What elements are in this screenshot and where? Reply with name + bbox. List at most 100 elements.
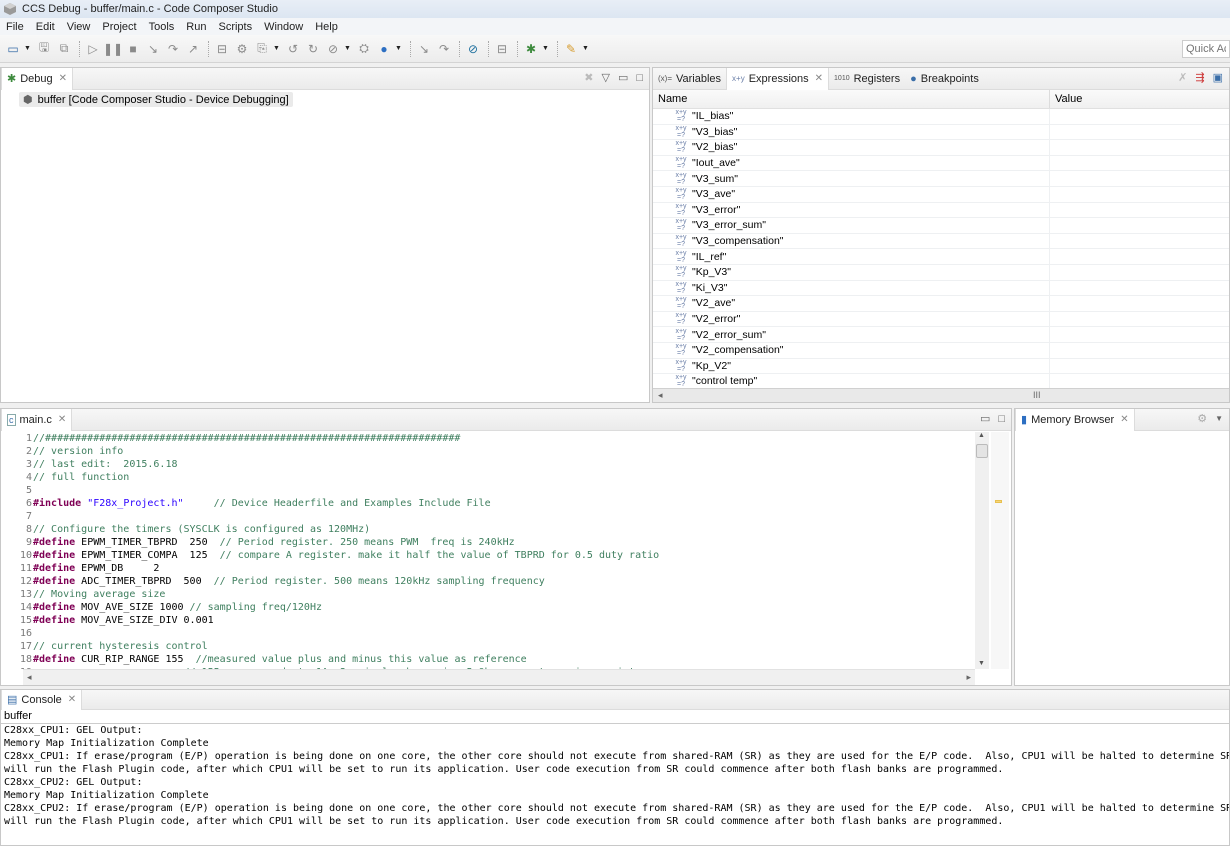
tab-breakpoints[interactable]: ● Breakpoints [905,68,984,90]
menu-view[interactable]: View [61,21,97,33]
new-target-icon[interactable]: ● [375,40,393,58]
target-dropdown-icon[interactable]: ▼ [395,45,403,52]
close-icon[interactable]: ✕ [1120,414,1128,425]
step-return-icon[interactable]: ↗ [184,40,202,58]
scroll-right-icon[interactable]: ▸ [966,672,971,683]
tab-registers[interactable]: 1010 Registers [829,68,905,90]
code-line[interactable]: 4// full function [11,471,981,484]
expression-row[interactable]: x+y =? "Kp_V3" [653,264,1229,281]
close-icon[interactable]: ✕ [68,694,76,705]
expression-name-cell[interactable]: x+y =? "V3_sum" [653,171,1050,186]
step-into-icon[interactable]: ↘ [144,40,162,58]
collapse-all-icon[interactable]: ⇶ [1195,71,1204,84]
code-line[interactable]: 18 #define CUR_RIP_RANGE 155 //measured v… [11,653,981,666]
expression-name-cell[interactable]: x+y =? "Iout_ave" [653,155,1050,171]
expression-row[interactable]: x+y =? "Kp_V2" [653,358,1229,375]
scroll-down-icon[interactable]: ▼ [978,660,985,667]
column-value[interactable]: Value [1050,90,1087,108]
menu-help[interactable]: Help [309,21,344,33]
expression-name-cell[interactable]: x+y =? "V2_compensation" [653,342,1050,358]
scroll-up-icon[interactable]: ▲ [978,432,985,439]
load-program-icon[interactable]: ⎘ [253,40,271,58]
expression-row[interactable]: x+y =? "V2_bias" [653,140,1229,156]
minimize-view-icon[interactable]: ▣ [1213,71,1223,84]
remove-expression-icon[interactable]: ✗ [1178,71,1187,84]
resume-icon[interactable]: ▷ [84,40,102,58]
maximize-icon[interactable]: □ [998,413,1005,425]
settings-gear-icon[interactable]: ⚙ [1197,412,1207,425]
code-area[interactable]: 1//#####################################… [11,432,981,669]
new-dropdown-icon[interactable]: ▼ [24,45,32,52]
expression-row[interactable]: x+y =? "Iout_ave" [653,155,1229,172]
code-line[interactable]: 9 #define EPWM_TIMER_TBPRD 250 // Period … [11,536,981,549]
view-menu-icon[interactable]: ▽ [601,71,609,84]
menu-run[interactable]: Run [180,21,212,33]
load-dropdown-icon[interactable]: ▼ [273,45,281,52]
close-icon[interactable]: ✕ [815,73,823,84]
menu-scripts[interactable]: Scripts [212,21,258,33]
expression-row[interactable]: x+y =? "V3_bias" [653,124,1229,141]
debug-icon[interactable]: ✱ [522,40,540,58]
connect-target-icon[interactable]: ⊟ [213,40,231,58]
expression-name-cell[interactable]: x+y =? "Kp_V3" [653,264,1050,280]
expression-row[interactable]: x+y =? "V3_sum" [653,171,1229,187]
close-icon[interactable]: ✕ [58,414,66,425]
code-line[interactable]: 14 #define MOV_AVE_SIZE 1000 // sampling … [11,601,981,614]
expression-name-cell[interactable]: x+y =? "V2_error" [653,311,1050,327]
expression-name-cell[interactable]: x+y =? "V3_compensation" [653,233,1050,249]
tab-console[interactable]: ▤ Console ✕ [1,689,83,710]
run-tool-icon[interactable]: ⛭ [355,40,373,58]
maximize-icon[interactable]: □ [636,72,643,84]
code-line[interactable]: 1//#####################################… [11,432,981,445]
code-line[interactable]: 11 #define EPWM_DB 2 [11,562,981,575]
expression-name-cell[interactable]: x+y =? "IL_bias" [653,109,1050,124]
tab-variables[interactable]: (x)= Variables [653,68,726,90]
tab-debug[interactable]: ✱ Debug ✕ [1,67,74,90]
expression-row[interactable]: x+y =? "V2_error" [653,311,1229,328]
external-tools-icon[interactable]: ✎ [562,40,580,58]
tab-memory-browser[interactable]: ▮ Memory Browser ✕ [1015,408,1135,431]
search-icon[interactable]: ⊘ [464,40,482,58]
menu-edit[interactable]: Edit [30,21,61,33]
expression-row[interactable]: x+y =? "V2_error_sum" [653,327,1229,343]
expression-row[interactable]: x+y =? "V3_error" [653,202,1229,219]
menu-tools[interactable]: Tools [143,21,181,33]
new-icon[interactable]: ▭ [4,40,22,58]
horizontal-scrollbar[interactable]: ◂ III [653,388,1229,402]
assembly-step-over-icon[interactable]: ↷ [435,40,453,58]
expression-name-cell[interactable]: x+y =? "V3_bias" [653,124,1050,140]
save-all-icon[interactable]: ⧉ [55,40,73,58]
debug-session-item[interactable]: ⬢ buffer [Code Composer Studio - Device … [19,92,293,107]
expression-name-cell[interactable]: x+y =? "V2_ave" [653,296,1050,311]
remove-terminated-icon[interactable]: ✖ [584,71,593,84]
expression-row[interactable]: x+y =? "IL_bias" [653,109,1229,125]
expression-name-cell[interactable]: x+y =? "V3_error_sum" [653,218,1050,233]
debug-dropdown-icon[interactable]: ▼ [542,45,550,52]
code-line[interactable]: 12 #define ADC_TIMER_TBPRD 500 // Period … [11,575,981,588]
expression-name-cell[interactable]: x+y =? "V3_error" [653,202,1050,218]
expression-row[interactable]: x+y =? "IL_ref" [653,249,1229,265]
expression-row[interactable]: x+y =? "V3_error_sum" [653,218,1229,234]
close-icon[interactable]: ✕ [59,73,67,84]
terminate-icon[interactable]: ■ [124,40,142,58]
code-line[interactable]: 2// version info [11,445,981,458]
expression-name-cell[interactable]: x+y =? "Kp_V2" [653,358,1050,374]
expression-name-cell[interactable]: x+y =? "V2_bias" [653,140,1050,155]
minimize-icon[interactable]: ▭ [980,412,990,425]
code-line[interactable]: 8// Configure the timers (SYSCLK is conf… [11,523,981,536]
expression-name-cell[interactable]: x+y =? "Ki_V3" [653,280,1050,296]
suspend-icon[interactable]: ❚❚ [103,40,123,58]
menu-project[interactable]: Project [96,21,142,33]
code-line[interactable]: 13// Moving average size [11,588,981,601]
expression-name-cell[interactable]: x+y =? "V2_error_sum" [653,327,1050,342]
console-toggle-icon[interactable]: ⊟ [493,40,511,58]
expression-name-cell[interactable]: x+y =? "V3_ave" [653,186,1050,202]
step-over-icon[interactable]: ↷ [164,40,182,58]
code-line[interactable]: 7 [11,510,981,523]
expression-row[interactable]: x+y =? "V3_ave" [653,186,1229,203]
code-line[interactable]: 6 #include "F28x_Project.h" // Device Hea… [11,497,981,510]
save-icon[interactable]: 🖫 [35,40,53,58]
code-line[interactable]: 5 [11,484,981,497]
external-tools-dropdown-icon[interactable]: ▼ [582,45,590,52]
scroll-left-icon[interactable]: ◂ [27,672,32,683]
